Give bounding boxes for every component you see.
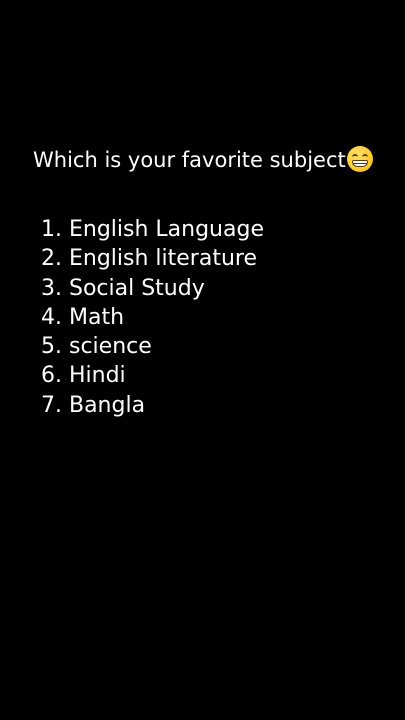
subject-list: 1. English Language 2. English literatur… [41, 215, 264, 420]
question-heading: Which is your favorite subject [33, 146, 373, 173]
list-item: 7. Bangla [41, 392, 146, 418]
list-item: 3. Social Study [41, 275, 205, 301]
video-frame: Which is your favorite subject 1. Englis… [0, 0, 405, 720]
list-item: 6. Hindi [41, 363, 126, 389]
list-item: 2. English literature [41, 246, 257, 272]
question-text: Which is your favorite subject [33, 148, 346, 172]
grinning-face-icon [346, 146, 373, 172]
list-item: 4. Math [41, 304, 125, 330]
list-item: 1. English Language [41, 217, 264, 242]
list-item: 5. science [41, 334, 152, 360]
